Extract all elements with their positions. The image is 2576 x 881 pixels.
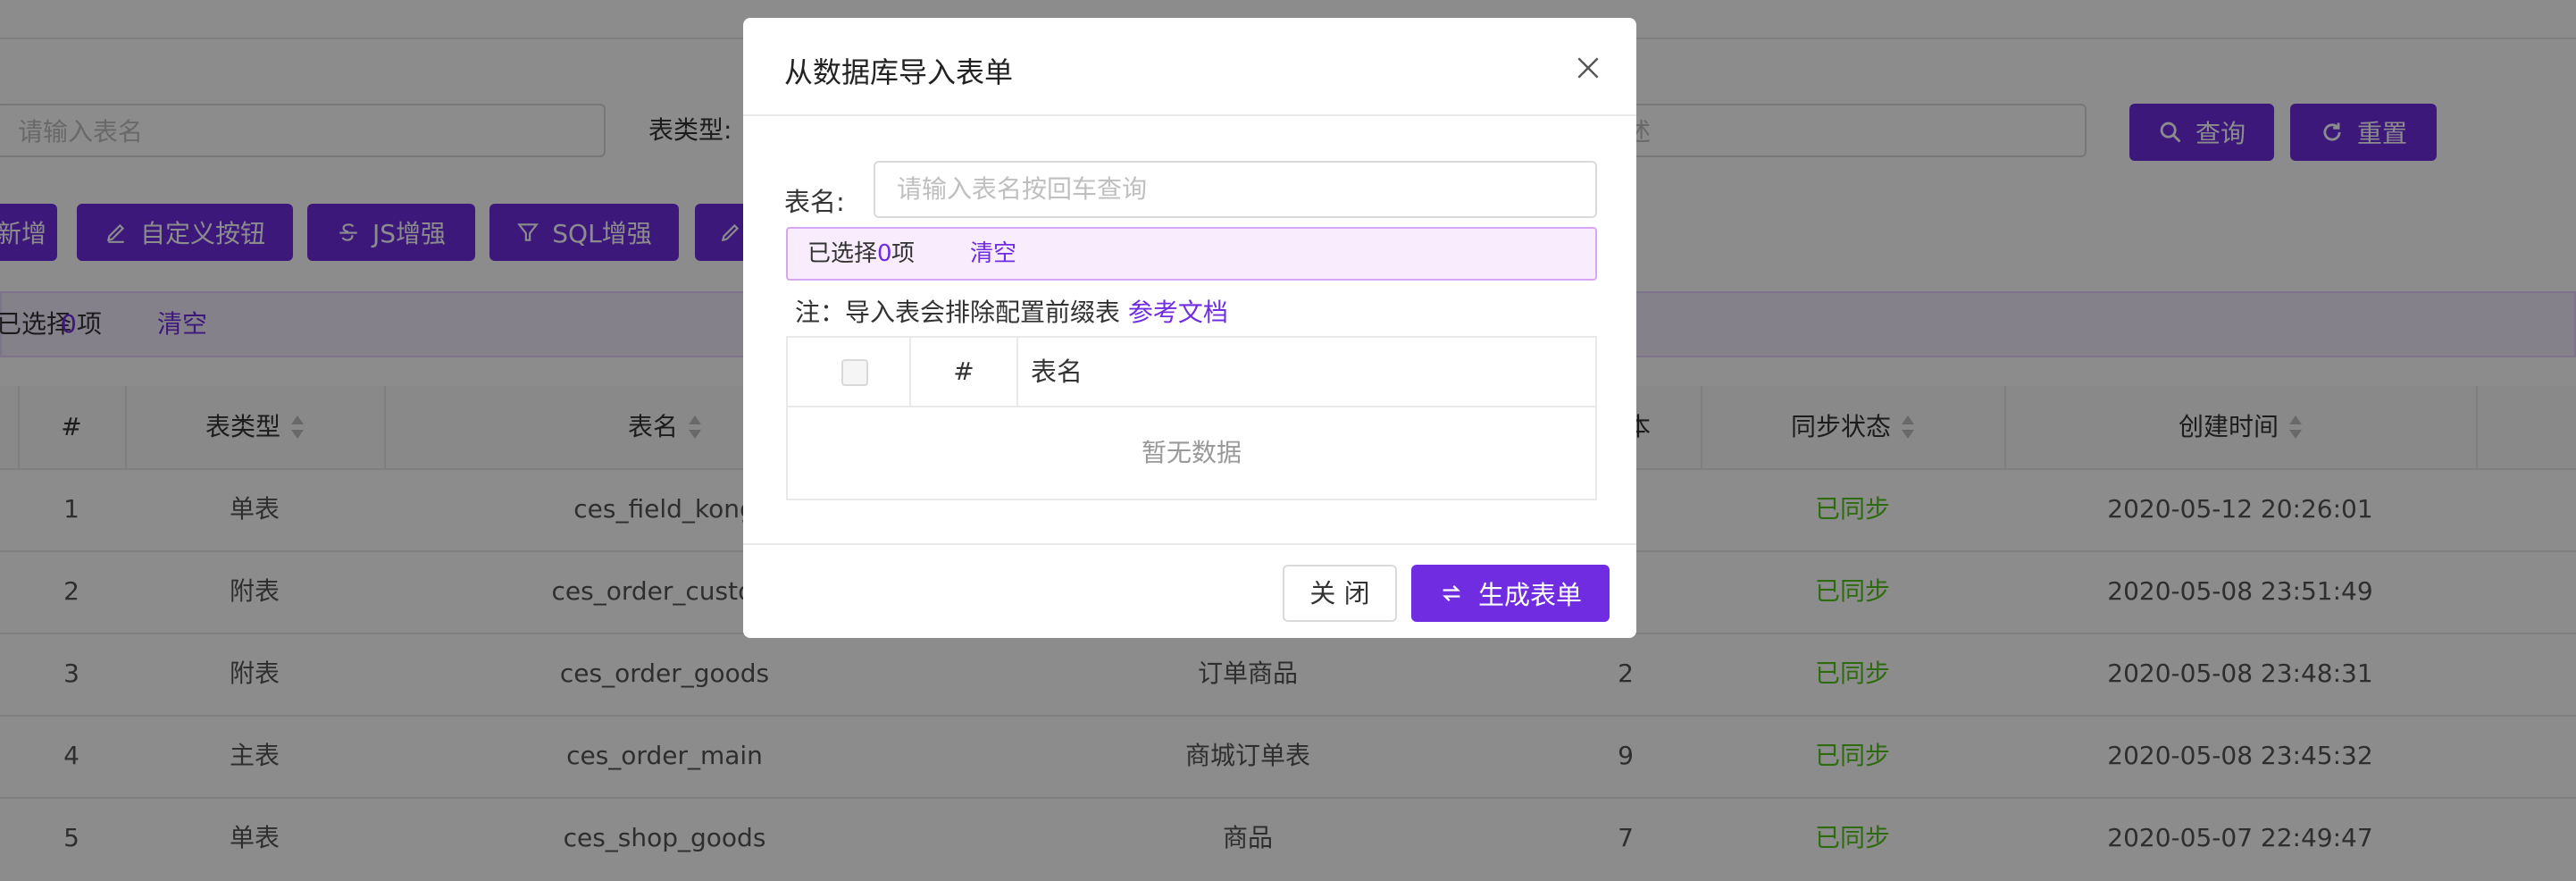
col-name-header: 表名: [1031, 357, 1083, 387]
db-table-header: # 表名: [788, 338, 1595, 407]
modal-title: 从数据库导入表单: [784, 55, 1014, 89]
import-from-db-modal: 从数据库导入表单 表名: 请输入表名按回车查询 已选择 0 项 清空 注：导入表…: [743, 18, 1636, 638]
swap-icon: [1443, 585, 1460, 601]
import-note: 注：导入表会排除配置前缀表 参考文档: [795, 291, 1228, 334]
reference-doc-link[interactable]: 参考文档: [1128, 298, 1228, 327]
close-icon[interactable]: [1574, 54, 1602, 82]
alert-clear-link[interactable]: 清空: [970, 229, 1016, 279]
alert-suffix: 项: [891, 240, 916, 267]
db-table-list: # 表名 暂无数据: [786, 336, 1597, 500]
alert-count: 0: [877, 240, 892, 267]
empty-placeholder: 暂无数据: [1141, 438, 1242, 467]
close-button[interactable]: 关 闭: [1283, 565, 1397, 622]
select-all-checkbox[interactable]: [841, 359, 868, 386]
table-name-input[interactable]: 请输入表名按回车查询: [874, 161, 1597, 218]
modal-footer: 关 闭 生成表单: [743, 543, 1636, 638]
table-name-label: 表名:: [784, 187, 845, 217]
note-text: 注：导入表会排除配置前缀表: [795, 298, 1121, 327]
modal-header: 从数据库导入表单: [743, 18, 1636, 116]
col-index-header: #: [953, 357, 974, 386]
selection-alert: 已选择 0 项 清空: [786, 227, 1597, 281]
generate-form-label: 生成表单: [1477, 580, 1582, 610]
generate-form-button[interactable]: 生成表单: [1411, 565, 1610, 622]
alert-prefix: 已选择: [807, 240, 878, 267]
